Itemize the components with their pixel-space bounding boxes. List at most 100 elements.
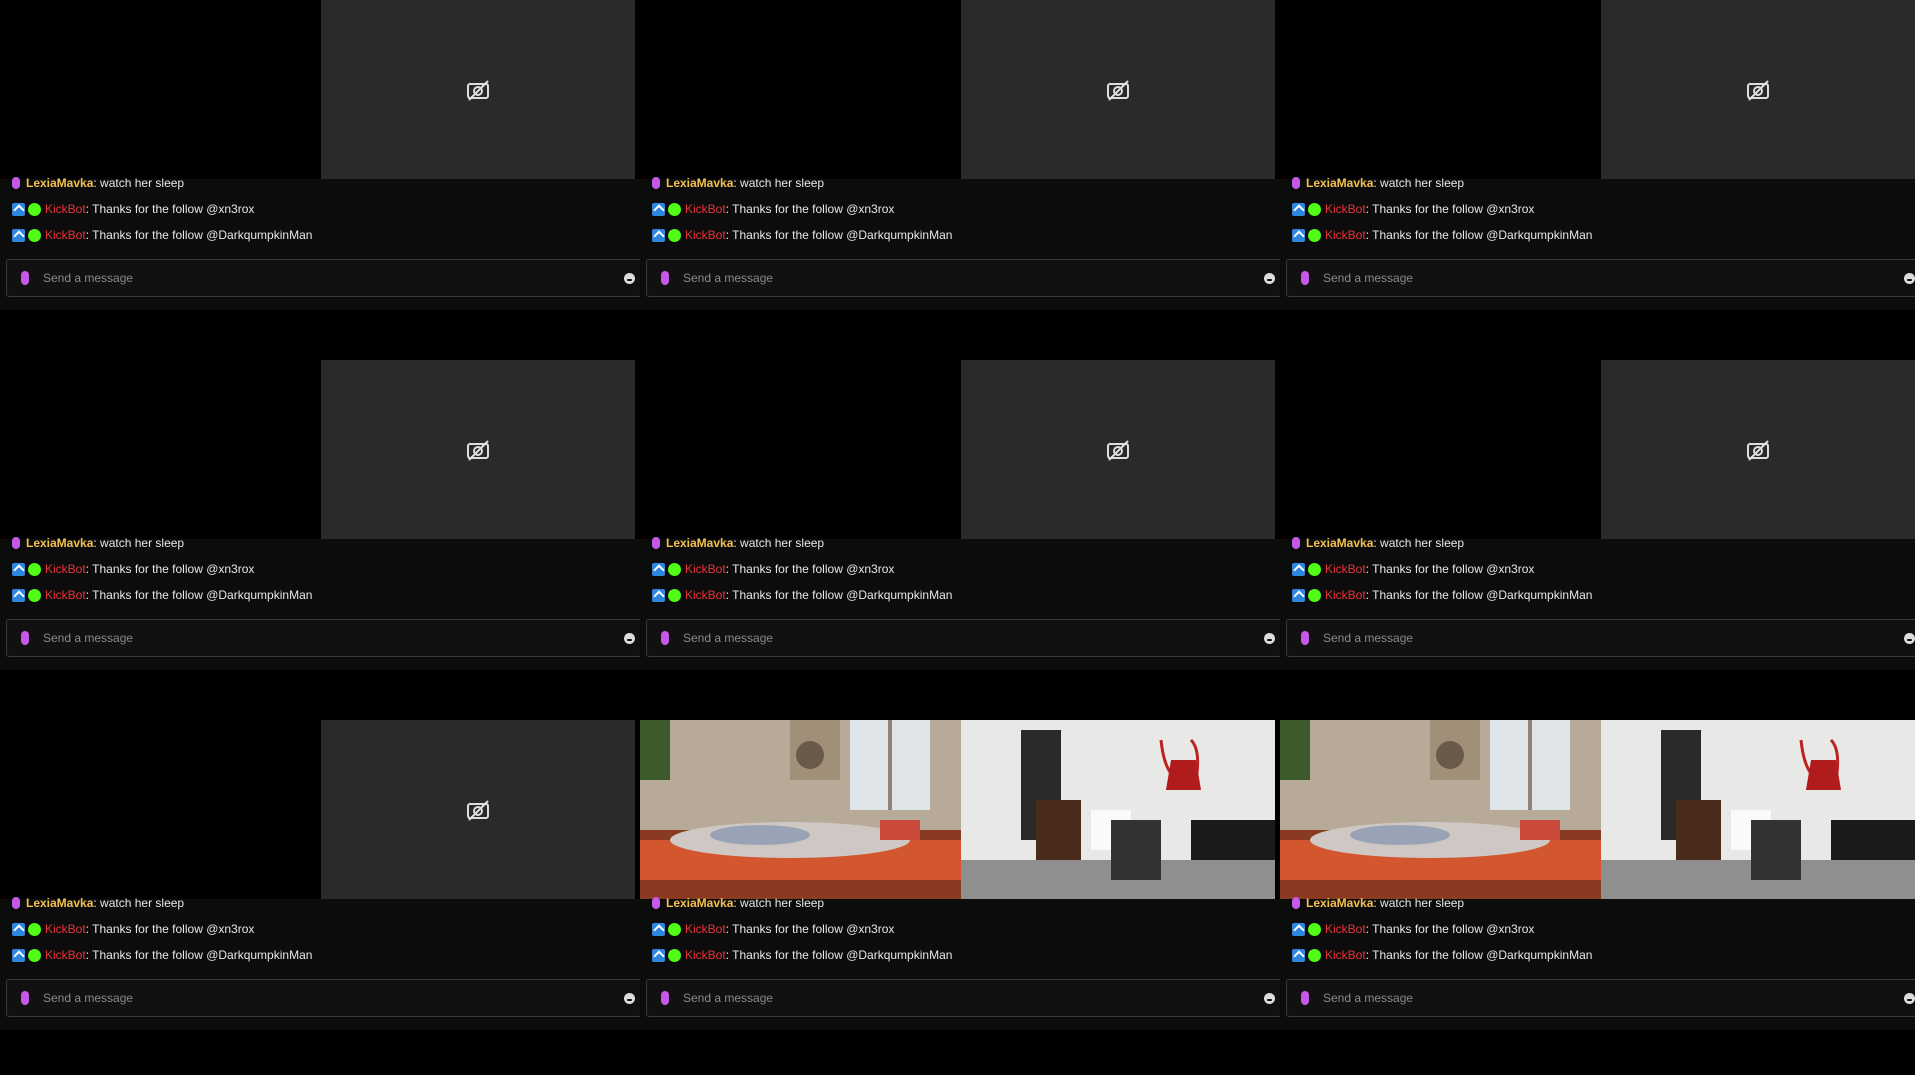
stream-tile[interactable]: LexiaMavka: watch her sleep KickBot: Tha…: [0, 720, 640, 1030]
username[interactable]: KickBot: [1325, 588, 1366, 602]
video-feed[interactable]: [640, 0, 961, 179]
username[interactable]: KickBot: [45, 562, 86, 576]
chat-input[interactable]: Send a message: [1286, 979, 1915, 1017]
mic-icon[interactable]: [661, 991, 669, 1005]
username[interactable]: KickBot: [45, 922, 86, 936]
username[interactable]: LexiaMavka: [26, 536, 93, 550]
username[interactable]: LexiaMavka: [26, 896, 93, 910]
username[interactable]: LexiaMavka: [666, 896, 733, 910]
chat-input-placeholder[interactable]: Send a message: [1323, 631, 1904, 645]
chat-input-placeholder[interactable]: Send a message: [1323, 271, 1904, 285]
emoji-icon[interactable]: [1904, 272, 1915, 284]
emoji-icon[interactable]: [1904, 992, 1915, 1004]
username[interactable]: KickBot: [685, 922, 726, 936]
stream-tile[interactable]: LexiaMavka: watch her sleep KickBot: Tha…: [1280, 360, 1915, 670]
username[interactable]: LexiaMavka: [26, 176, 93, 190]
username[interactable]: KickBot: [45, 588, 86, 602]
username[interactable]: KickBot: [685, 588, 726, 602]
mic-icon[interactable]: [1301, 991, 1309, 1005]
video-feed[interactable]: [0, 0, 321, 179]
username[interactable]: KickBot: [1325, 922, 1366, 936]
video-feed[interactable]: [0, 360, 321, 539]
chat-input[interactable]: Send a message: [1286, 259, 1915, 297]
chat-message: LexiaMavka: watch her sleep: [652, 533, 824, 553]
emoji-icon[interactable]: [1264, 632, 1275, 644]
username[interactable]: KickBot: [685, 202, 726, 216]
video-area[interactable]: [640, 360, 1280, 539]
mic-icon[interactable]: [1301, 271, 1309, 285]
video-area[interactable]: [1280, 360, 1915, 539]
mic-icon[interactable]: [1301, 631, 1309, 645]
message-text: : Thanks for the follow @xn3rox: [725, 562, 895, 576]
emoji-icon[interactable]: [1904, 632, 1915, 644]
bedroom-video-feed[interactable]: [640, 720, 961, 899]
stream-tile[interactable]: LexiaMavka: watch her sleep KickBot: Tha…: [640, 720, 1280, 1030]
username[interactable]: KickBot: [1325, 562, 1366, 576]
video-feed[interactable]: [1280, 360, 1601, 539]
username[interactable]: LexiaMavka: [1306, 536, 1373, 550]
emoji-icon[interactable]: [1264, 272, 1275, 284]
mic-icon[interactable]: [661, 631, 669, 645]
username[interactable]: LexiaMavka: [666, 536, 733, 550]
video-feed[interactable]: [0, 720, 321, 899]
chat-input[interactable]: Send a message: [646, 619, 1280, 657]
chat-input[interactable]: Send a message: [646, 259, 1280, 297]
mic-icon[interactable]: [661, 271, 669, 285]
chat-input-placeholder[interactable]: Send a message: [43, 991, 624, 1005]
verified-badge-icon: [28, 562, 41, 576]
username[interactable]: LexiaMavka: [1306, 176, 1373, 190]
username[interactable]: LexiaMavka: [666, 176, 733, 190]
username[interactable]: KickBot: [45, 228, 86, 242]
stream-tile[interactable]: LexiaMavka: watch her sleep KickBot: Tha…: [0, 360, 640, 670]
username[interactable]: KickBot: [1325, 228, 1366, 242]
chat-input-placeholder[interactable]: Send a message: [1323, 991, 1904, 1005]
stream-tile[interactable]: LexiaMavka: watch her sleep KickBot: Tha…: [0, 0, 640, 310]
room-video-feed[interactable]: [961, 720, 1275, 899]
video-area[interactable]: [0, 360, 640, 539]
username[interactable]: KickBot: [685, 948, 726, 962]
chat-input-placeholder[interactable]: Send a message: [683, 631, 1264, 645]
video-area[interactable]: [640, 720, 1280, 899]
username[interactable]: KickBot: [1325, 202, 1366, 216]
chat-message: LexiaMavka: watch her sleep: [652, 893, 824, 913]
chat-input[interactable]: Send a message: [6, 619, 640, 657]
video-area[interactable]: [640, 0, 1280, 179]
bedroom-video-feed[interactable]: [1280, 720, 1601, 899]
username[interactable]: KickBot: [45, 948, 86, 962]
video-feed[interactable]: [1280, 0, 1601, 179]
video-area[interactable]: [0, 720, 640, 899]
chat-input[interactable]: Send a message: [6, 259, 640, 297]
mic-icon[interactable]: [21, 991, 29, 1005]
chat-message: LexiaMavka: watch her sleep: [12, 893, 184, 913]
chat-input[interactable]: Send a message: [1286, 619, 1915, 657]
stream-tile[interactable]: LexiaMavka: watch her sleep KickBot: Tha…: [640, 360, 1280, 670]
stream-tile[interactable]: LexiaMavka: watch her sleep KickBot: Tha…: [1280, 0, 1915, 310]
username[interactable]: KickBot: [1325, 948, 1366, 962]
chat-input[interactable]: Send a message: [646, 979, 1280, 1017]
emoji-icon[interactable]: [1264, 992, 1275, 1004]
username[interactable]: KickBot: [45, 202, 86, 216]
video-area[interactable]: [1280, 720, 1915, 899]
chat-input-placeholder[interactable]: Send a message: [43, 271, 624, 285]
username[interactable]: KickBot: [685, 562, 726, 576]
mic-icon[interactable]: [21, 271, 29, 285]
username[interactable]: KickBot: [685, 228, 726, 242]
username[interactable]: LexiaMavka: [1306, 896, 1373, 910]
chat-message: KickBot: Thanks for the follow @Darkqump…: [652, 945, 952, 965]
mic-icon[interactable]: [21, 631, 29, 645]
chat-input[interactable]: Send a message: [6, 979, 640, 1017]
message-text: : Thanks for the follow @xn3rox: [85, 922, 255, 936]
stream-tile[interactable]: LexiaMavka: watch her sleep KickBot: Tha…: [1280, 720, 1915, 1030]
room-video-feed[interactable]: [1601, 720, 1915, 899]
emoji-icon[interactable]: [624, 992, 635, 1004]
stream-tile[interactable]: LexiaMavka: watch her sleep KickBot: Tha…: [640, 0, 1280, 310]
chat-input-placeholder[interactable]: Send a message: [683, 991, 1264, 1005]
chat-input-placeholder[interactable]: Send a message: [683, 271, 1264, 285]
chat-input-placeholder[interactable]: Send a message: [43, 631, 624, 645]
bot-badge-icon: [652, 922, 665, 936]
video-area[interactable]: [1280, 0, 1915, 179]
emoji-icon[interactable]: [624, 632, 635, 644]
emoji-icon[interactable]: [624, 272, 635, 284]
video-feed[interactable]: [640, 360, 961, 539]
video-area[interactable]: [0, 0, 640, 179]
